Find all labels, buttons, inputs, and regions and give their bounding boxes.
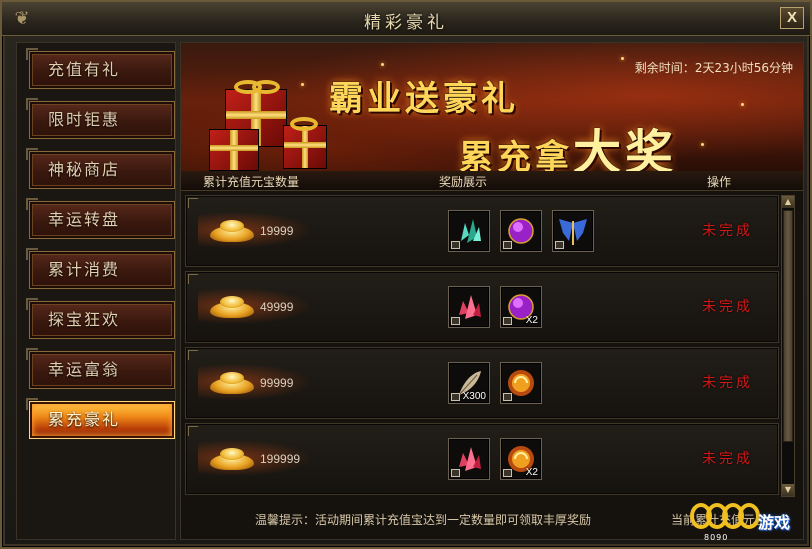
reward-item-slot[interactable]	[448, 210, 490, 252]
sidebar-item-label: 幸运富翁	[48, 360, 121, 379]
gift-window: ❦ 精彩豪礼 X 充值有礼 限时钜惠 神秘商店 幸运转盘 累计消费 探宝狂欢 幸…	[0, 0, 812, 549]
sidebar-item-recharge-gift[interactable]: 充值有礼	[26, 48, 175, 89]
sidebar-item-label: 探宝狂欢	[48, 310, 121, 329]
column-header-rewards: 奖励展示	[439, 175, 488, 189]
event-banner: 霸业送豪礼 累充拿大奖 剩余时间：2天23小时56分钟	[181, 43, 803, 171]
sidebar-item-label: 幸运转盘	[48, 210, 121, 229]
reward-item-slot[interactable]	[500, 210, 542, 252]
remaining-time: 剩余时间：2天23小时56分钟	[634, 61, 793, 75]
reward-item-slot[interactable]	[500, 362, 542, 404]
reward-row: 199999 X2 未完成	[185, 423, 779, 495]
site-watermark-logo: 8090 游戏	[688, 499, 802, 545]
reward-amount: 19999	[260, 224, 294, 238]
sidebar: 充值有礼 限时钜惠 神秘商店 幸运转盘 累计消费 探宝狂欢 幸运富翁 累充豪礼	[16, 42, 176, 540]
sidebar-item-label: 充值有礼	[48, 60, 121, 79]
sidebar-item-lucky-wheel[interactable]: 幸运转盘	[26, 198, 175, 239]
sidebar-item-label: 限时钜惠	[48, 110, 121, 129]
reward-item-slot[interactable]: X2	[500, 438, 542, 480]
reward-item-slot[interactable]	[448, 438, 490, 480]
status-label: 未完成	[702, 299, 753, 315]
footer-tip: 温馨提示：活动期间累计充值宝达到一定数量即可领取丰厚奖励	[255, 513, 592, 527]
sidebar-item-label: 累计消费	[48, 260, 121, 279]
close-button[interactable]: X	[780, 7, 804, 29]
reward-item-slot[interactable]: X2	[500, 286, 542, 328]
column-header-action: 操作	[707, 175, 732, 189]
sidebar-item-label: 神秘商店	[48, 160, 121, 179]
reward-amount: 199999	[260, 452, 301, 466]
sidebar-item-total-spend[interactable]: 累计消费	[26, 248, 175, 289]
reward-row: 19999 未完成	[185, 195, 779, 267]
gift-box-icon	[283, 117, 327, 169]
title-bar: ❦ 精彩豪礼 X	[2, 2, 810, 36]
banner-subline: 累充拿大奖	[459, 125, 678, 171]
scroll-down-icon[interactable]: ▼	[782, 484, 794, 496]
reward-item-slot[interactable]: X300	[448, 362, 490, 404]
reward-amount: 99999	[260, 376, 294, 390]
sidebar-item-label: 累充豪礼	[48, 410, 121, 429]
column-headers: 累计充值元宝数量 奖励展示 操作	[181, 171, 803, 191]
scrollbar[interactable]: ▲ ▼	[781, 195, 795, 497]
reward-list: 19999 未完成 49999 X2 未完成 99999 X300 未完成 19…	[185, 195, 779, 497]
scroll-up-icon[interactable]: ▲	[782, 196, 794, 208]
column-header-amount: 累计充值元宝数量	[203, 175, 300, 189]
status-label: 未完成	[702, 223, 753, 239]
status-label: 未完成	[702, 375, 753, 391]
reward-amount: 49999	[260, 300, 294, 314]
gold-ingot-icon	[198, 210, 318, 250]
sidebar-item-mystery-shop[interactable]: 神秘商店	[26, 148, 175, 189]
reward-item-slot[interactable]	[552, 210, 594, 252]
gift-box-icon	[209, 129, 259, 171]
gold-ingot-icon	[198, 286, 318, 326]
status-label: 未完成	[702, 451, 753, 467]
reward-row: 49999 X2 未完成	[185, 271, 779, 343]
sidebar-item-recharge-rewards[interactable]: 累充豪礼	[26, 398, 175, 439]
scroll-thumb[interactable]	[783, 210, 793, 442]
gold-ingot-icon	[198, 362, 318, 402]
reward-row: 99999 X300 未完成	[185, 347, 779, 419]
window-title: 精彩豪礼	[364, 13, 448, 33]
main-panel: 霸业送豪礼 累充拿大奖 剩余时间：2天23小时56分钟 累计充值元宝数量 奖励展…	[180, 42, 804, 540]
gold-ingot-icon	[198, 438, 318, 478]
sidebar-item-treasure-hunt[interactable]: 探宝狂欢	[26, 298, 175, 339]
sidebar-item-limited-deal[interactable]: 限时钜惠	[26, 98, 175, 139]
sidebar-item-lucky-rich[interactable]: 幸运富翁	[26, 348, 175, 389]
reward-item-slot[interactable]	[448, 286, 490, 328]
